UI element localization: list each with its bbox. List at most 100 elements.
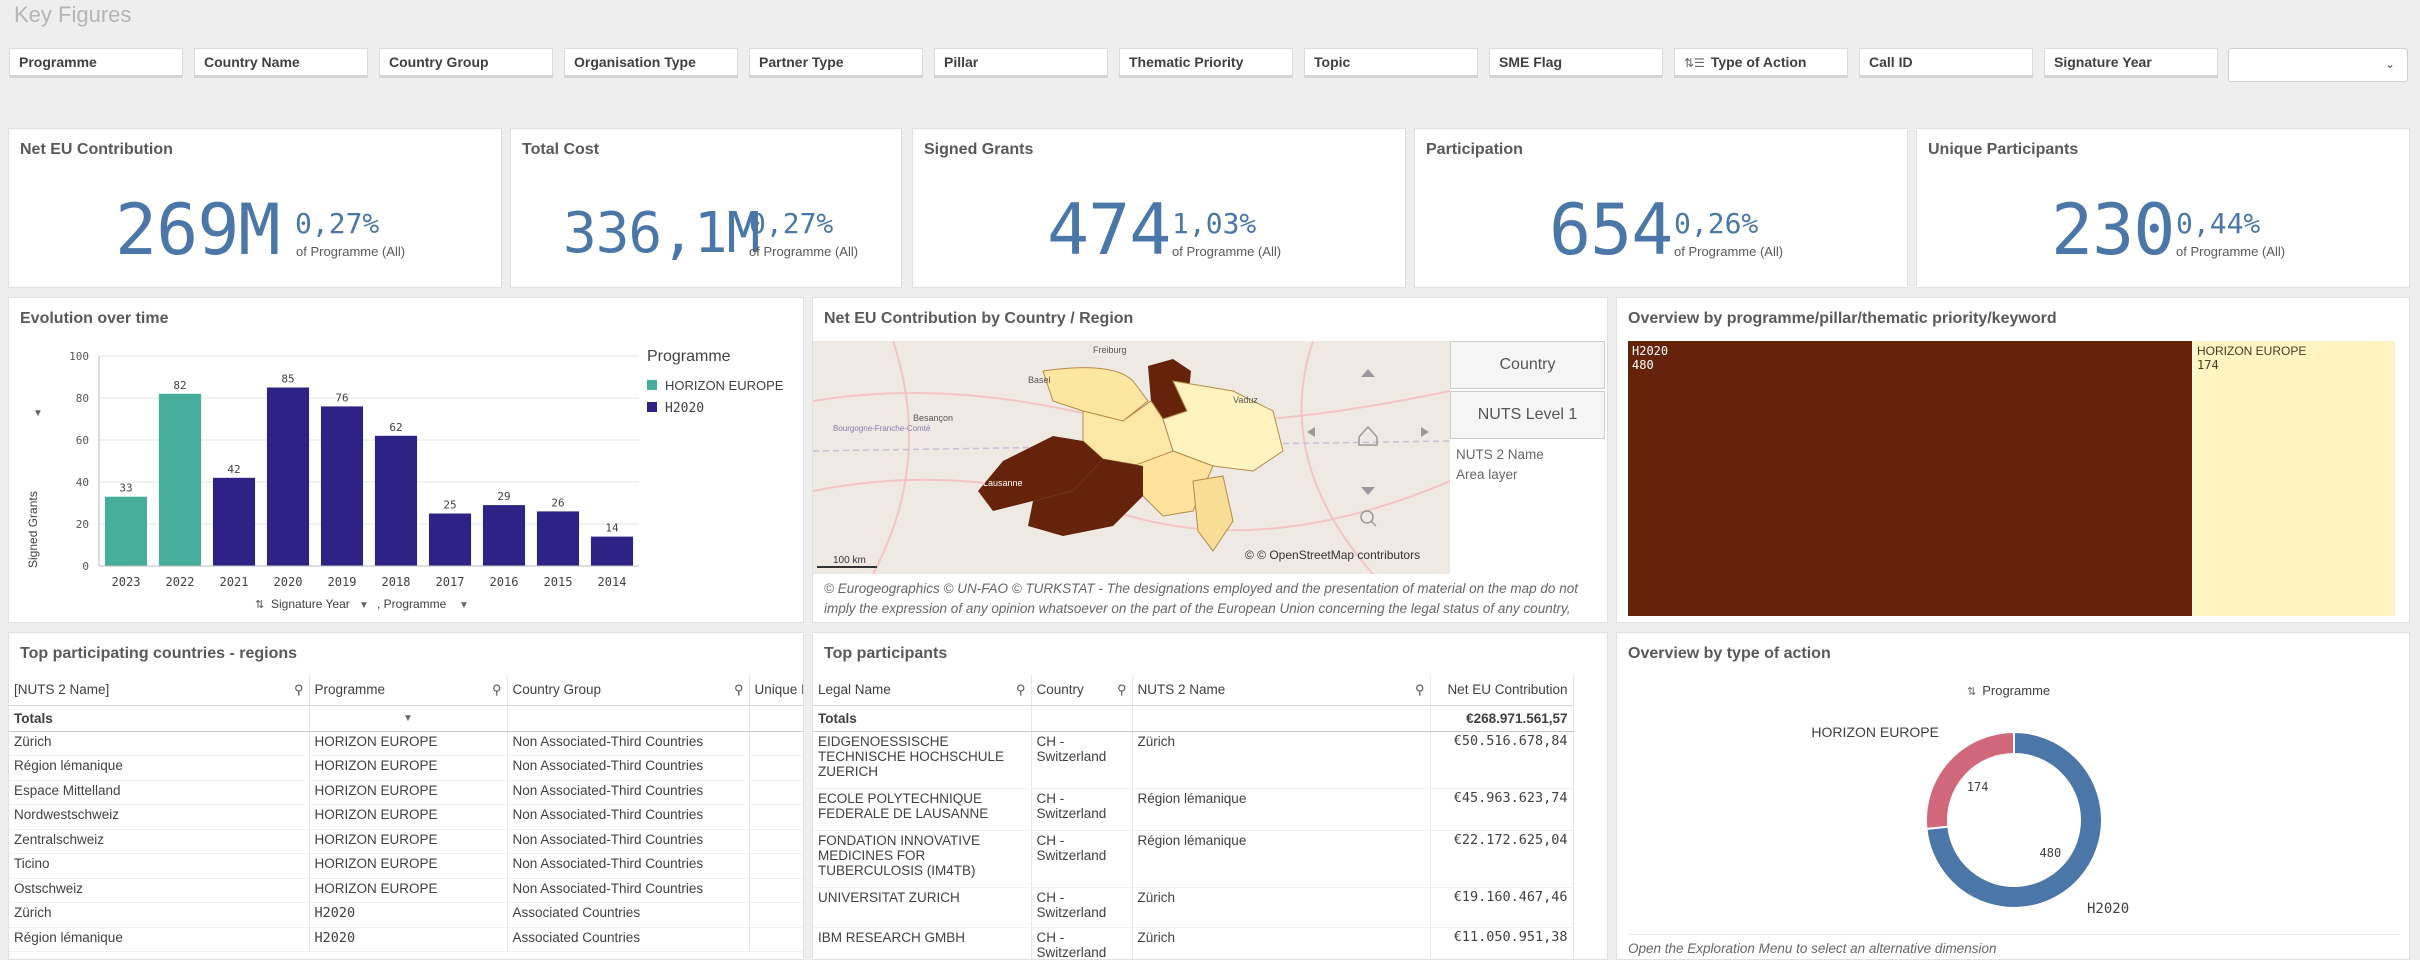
column-header[interactable]: Country ⚲	[1031, 675, 1133, 706]
filter-country-name[interactable]: Country Name	[194, 48, 368, 78]
kpi-value: 336,1M	[563, 201, 760, 266]
evolution-bar-chart[interactable]: 33 82 42 85 76 62 25 29 26 14 0 20 40 60 80 100 2023 202…	[9, 298, 804, 623]
cell-country-group: Associated Countries	[507, 927, 750, 952]
bar[interactable]	[536, 511, 580, 566]
filter-sme-flag[interactable]: SME Flag	[1489, 48, 1663, 78]
cell-programme: HORIZON EUROPE	[309, 878, 508, 903]
search-icon[interactable]: ⚲	[294, 682, 304, 698]
search-icon[interactable]: ⚲	[1117, 682, 1127, 697]
x-axis-footer-series[interactable]: , Programme	[377, 597, 447, 611]
x-tick-label[interactable]: 2014	[598, 575, 627, 589]
x-tick-label[interactable]: 2021	[220, 575, 249, 589]
table-row[interactable]: IBM RESEARCH GMBH CH - Switzerland Zürich €…	[813, 927, 1574, 959]
scale-label: 100 km	[833, 555, 866, 566]
table-row[interactable]: Zentralschweiz HORIZON EUROPE Non Associat…	[9, 829, 803, 854]
cell-region: Zürich	[9, 731, 310, 756]
table-row[interactable]: Zürich H2020 Associated Countries	[9, 902, 803, 928]
x-axis-footer[interactable]: Signature Year	[271, 597, 350, 611]
bar[interactable]	[266, 387, 310, 567]
table-row[interactable]: Nordwestschweiz HORIZON EUROPE Non Associa…	[9, 804, 803, 830]
dropdown-arrow-icon[interactable]: ▼	[359, 600, 369, 611]
x-tick-label[interactable]: 2015	[544, 575, 573, 589]
x-tick-label[interactable]: 2023	[112, 575, 141, 589]
column-header[interactable]: Programme ⚲	[309, 675, 508, 706]
kpi-value: 654	[1549, 189, 1673, 271]
bar[interactable]	[482, 505, 526, 566]
filter-call-id[interactable]: Call ID	[1859, 48, 2033, 78]
table-row[interactable]: Ostschweiz HORIZON EUROPE Non Associated-T…	[9, 878, 803, 903]
choropleth-map[interactable]: Freiburg Basel Besançon Bourgogne-Franch…	[813, 341, 1450, 574]
filter-country-group[interactable]: Country Group	[379, 48, 553, 78]
x-tick-label[interactable]: 2022	[166, 575, 195, 589]
donut-legend[interactable]: ⇅ Programme	[1967, 683, 2050, 698]
treemap-tile-horizon-europe[interactable]: HORIZON EUROPE 174	[2192, 341, 2395, 616]
column-header[interactable]: [NUTS 2 Name] ⚲	[9, 675, 310, 706]
column-header[interactable]: Country Group ⚲	[507, 675, 750, 706]
filter-label: Thematic Priority	[1129, 54, 1244, 70]
bar[interactable]	[320, 406, 364, 566]
x-tick-label[interactable]: 2019	[328, 575, 357, 589]
filter-topic[interactable]: Topic	[1304, 48, 1478, 78]
bar[interactable]	[590, 536, 634, 566]
table-row[interactable]: Espace Mittelland HORIZON EUROPE Non Assoc…	[9, 780, 803, 805]
table-row[interactable]: Ticino HORIZON EUROPE Non Associated-Third…	[9, 853, 803, 879]
cell-country-group: Non Associated-Third Countries	[507, 755, 750, 781]
search-icon[interactable]: ⚲	[734, 682, 744, 698]
kpi-participation: Participation 654 0,26% of Programme (Al…	[1414, 128, 1908, 288]
x-tick-label[interactable]: 2020	[274, 575, 303, 589]
sort-arrow-icon[interactable]: ▼	[33, 408, 43, 419]
data-label: 25	[443, 499, 456, 512]
filter-signature-year[interactable]: Signature Year	[2044, 48, 2218, 78]
table-row[interactable]: Région lémanique H2020 Associated Countrie…	[9, 927, 803, 952]
filter-programme[interactable]: Programme	[9, 48, 183, 78]
dropdown-arrow-icon[interactable]: ▼	[459, 600, 469, 611]
search-icon[interactable]: ⚲	[1415, 682, 1425, 697]
filter-type-of-action[interactable]: ⇅☰ Type of Action	[1674, 48, 1848, 78]
sort-icon: ⇅☰	[1684, 56, 1705, 70]
table-row[interactable]: Région lémanique HORIZON EUROPE Non Associ…	[9, 755, 803, 781]
cell-programme: HORIZON EUROPE	[309, 755, 508, 781]
legend-label[interactable]: HORIZON EUROPE	[665, 378, 784, 393]
column-header[interactable]: Unique I	[749, 675, 803, 706]
filter-pillar[interactable]: Pillar	[934, 48, 1108, 78]
filter-thematic-priority[interactable]: Thematic Priority	[1119, 48, 1293, 78]
slice-name-label[interactable]: H2020	[2087, 901, 2129, 917]
legend-title: Programme	[647, 348, 731, 365]
filter-dropdown[interactable]: ⌄	[2228, 48, 2408, 82]
kpi-value: 474	[1047, 189, 1171, 271]
search-icon[interactable]: ⚲	[1016, 682, 1026, 697]
x-tick-label[interactable]: 2016	[490, 575, 519, 589]
filter-partner-type[interactable]: Partner Type	[749, 48, 923, 78]
donut-chart[interactable]: 480 174 HORIZON EUROPE H2020	[1617, 708, 2410, 938]
x-tick-label[interactable]: 2017	[436, 575, 465, 589]
slice-name-label[interactable]: HORIZON EUROPE	[1811, 724, 1939, 740]
column-header[interactable]: Legal Name ⚲	[813, 675, 1032, 706]
bar[interactable]	[374, 435, 418, 566]
app-title: Key Figures	[14, 2, 132, 27]
search-icon[interactable]: ⚲	[492, 682, 502, 698]
treemap-tile-h2020[interactable]: H2020 480	[1628, 341, 2192, 616]
map-level-country-button[interactable]: Country	[1450, 341, 1605, 389]
cell-country-group: Non Associated-Third Countries	[507, 731, 750, 756]
kpi-subtitle: of Programme (All)	[1674, 244, 1784, 259]
map-level-nuts1-button[interactable]: NUTS Level 1	[1450, 391, 1605, 439]
legend-label[interactable]: H2020	[665, 401, 704, 416]
column-header[interactable]: NUTS 2 Name ⚲	[1132, 675, 1431, 706]
data-label: 26	[551, 496, 564, 509]
table-row[interactable]: FONDATION INNOVATIVE MEDICINES FOR TUBER…	[813, 830, 1574, 888]
filter-organisation-type[interactable]: Organisation Type	[564, 48, 738, 78]
data-label: 76	[335, 391, 348, 404]
table-row[interactable]: Zürich HORIZON EUROPE Non Associated-Third…	[9, 731, 803, 756]
sort-indicator-icon[interactable]: ▼	[309, 705, 508, 732]
column-header[interactable]: Net EU Contribution	[1430, 675, 1574, 706]
bar[interactable]	[104, 496, 148, 566]
table-row[interactable]: ECOLE POLYTECHNIQUE FEDERALE DE LAUSANNE…	[813, 788, 1574, 831]
table-row[interactable]: UNIVERSITAT ZURICH CH - Switzerland Zürich…	[813, 887, 1574, 928]
x-tick-label[interactable]: 2018	[382, 575, 411, 589]
table-row[interactable]: EIDGENOESSISCHE TECHNISCHE HOCHSCHULE ZU…	[813, 731, 1574, 789]
bar[interactable]	[158, 393, 202, 566]
header-label: Country	[1036, 682, 1084, 698]
bar[interactable]	[212, 477, 256, 566]
bar[interactable]	[428, 513, 472, 567]
cell-region: Nordwestschweiz	[9, 804, 310, 830]
